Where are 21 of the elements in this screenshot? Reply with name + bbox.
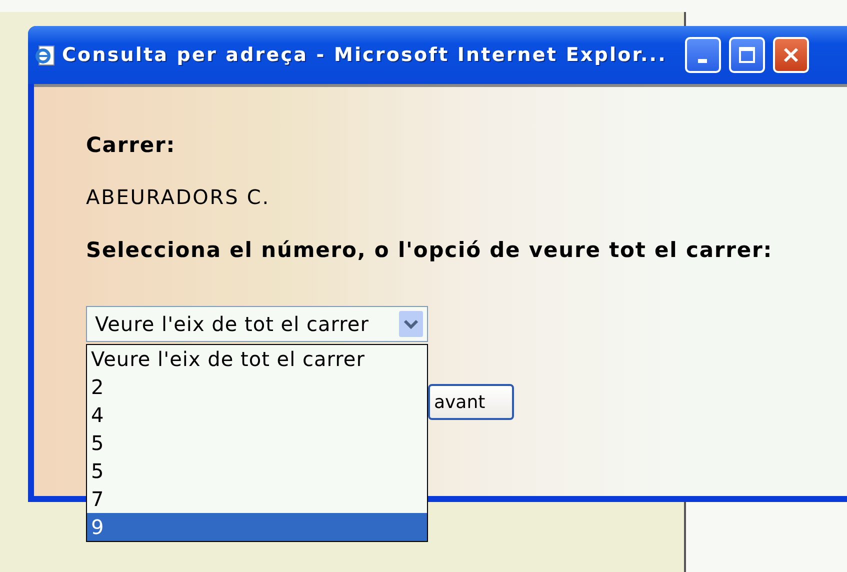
dropdown-option[interactable]: 5	[87, 457, 427, 485]
dropdown-option[interactable]: 9	[87, 513, 427, 541]
dropdown-option[interactable]: 2	[87, 373, 427, 401]
street-label: Carrer:	[86, 133, 177, 157]
maximize-button[interactable]	[728, 37, 765, 73]
minimize-icon	[698, 59, 708, 63]
minimize-button[interactable]	[684, 37, 721, 73]
close-icon	[782, 46, 800, 64]
close-button[interactable]	[772, 37, 809, 73]
maximize-icon	[738, 46, 756, 64]
submit-button[interactable]: avant	[428, 384, 514, 420]
dropdown-option[interactable]: 5	[87, 429, 427, 457]
window-title: Consulta per adreça - Microsoft Internet Explor...	[62, 44, 667, 66]
dropdown-option[interactable]: Veure l'eix de tot el carrer	[87, 345, 427, 373]
number-dropdown[interactable]: Veure l'eix de tot el carrer	[86, 306, 428, 342]
caret-icon	[399, 311, 423, 337]
dropdown-option[interactable]: 7	[87, 485, 427, 513]
dropdown-option[interactable]: 4	[87, 401, 427, 429]
page-icon	[34, 44, 56, 66]
street-name: ABEURADORS C.	[86, 185, 272, 209]
prompt-text: Selecciona el número, o l'opció de veure tot el carrer:	[86, 238, 774, 262]
